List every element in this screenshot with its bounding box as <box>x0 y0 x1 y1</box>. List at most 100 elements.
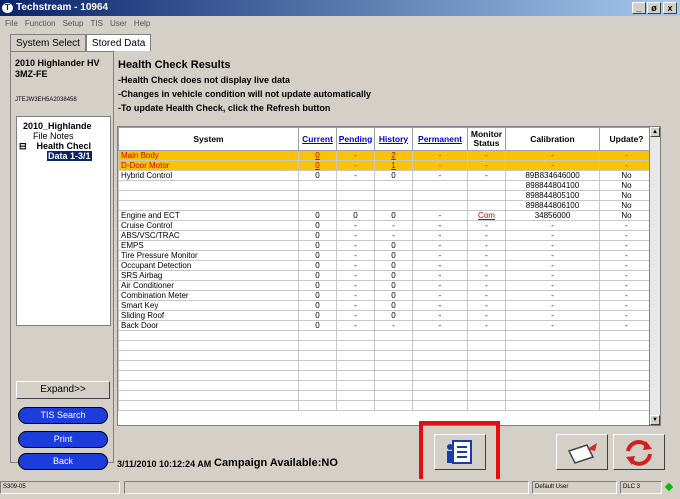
header-permanent[interactable]: Permanent <box>412 127 468 151</box>
empty-cell <box>118 380 299 391</box>
cell-current: 0 <box>298 230 337 241</box>
cell-current: 0 <box>298 160 337 171</box>
cell-monitor: - <box>467 290 506 301</box>
cell-permanent: - <box>412 320 468 331</box>
cell-update: No <box>599 190 651 201</box>
empty-cell <box>467 390 506 401</box>
header-pending[interactable]: Pending <box>336 127 375 151</box>
empty-cell <box>374 400 413 411</box>
empty-cell <box>599 330 651 341</box>
cell-current: 0 <box>298 320 337 331</box>
empty-cell <box>412 350 468 361</box>
table-row[interactable]: EMPS 0-0- - - - <box>118 240 651 251</box>
cell-history: 2 <box>374 150 413 161</box>
cell-pending <box>336 200 375 211</box>
table-body: Main Body 0-2- - - - D-Door Motor 0-1- - - - Hybri… <box>118 150 651 411</box>
cell-current: 0 <box>298 290 337 301</box>
cell-pending: - <box>336 160 375 171</box>
table-row[interactable]: Combination Meter 0-0- - - - <box>118 290 651 301</box>
table-row[interactable]: D-Door Motor 0-1- - - - <box>118 160 651 171</box>
scroll-up-icon[interactable]: ▲ <box>650 127 660 137</box>
back-button[interactable]: Back <box>18 453 108 470</box>
table-row[interactable]: SRS Airbag 0-0- - - - <box>118 270 651 281</box>
empty-cell <box>505 400 600 411</box>
cell-monitor[interactable]: Com <box>467 210 506 221</box>
cell-calibration: 34856000 <box>505 210 600 221</box>
cell-permanent: - <box>412 250 468 261</box>
empty-cell <box>412 400 468 411</box>
scroll-down-icon[interactable]: ▼ <box>650 415 660 425</box>
tab-system-select[interactable]: System Select <box>10 34 86 51</box>
menu-tis[interactable]: TIS <box>90 19 102 28</box>
table-row[interactable]: Occupant Detection 0-0- - - - <box>118 260 651 271</box>
tis-search-button[interactable]: TIS Search <box>18 407 108 424</box>
vehicle-model: 2010 Highlander HV <box>15 58 100 68</box>
note-2: -Changes in vehicle condition will not u… <box>118 89 372 99</box>
close-button[interactable]: x <box>663 2 677 14</box>
cell-update: - <box>599 240 651 251</box>
refresh-button[interactable] <box>613 434 665 470</box>
cell-monitor: - <box>467 240 506 251</box>
empty-row <box>118 350 651 361</box>
print-button[interactable]: Print <box>18 431 108 448</box>
table-row[interactable]: Hybrid Control 0-0- -89B834646000 No <box>118 170 651 181</box>
menu-user[interactable]: User <box>110 19 127 28</box>
tab-strip: System Select Stored Data <box>10 34 152 51</box>
tree-data-item[interactable]: Data 1-3/1 <box>17 151 110 161</box>
cell-update: No <box>599 180 651 191</box>
tree-health-check[interactable]: ⊟ Health Checl <box>17 141 110 151</box>
table-row[interactable]: Air Conditioner 0-0- - - - <box>118 280 651 291</box>
cell-monitor <box>467 190 506 201</box>
table-row[interactable]: 898844805100 No <box>118 190 651 201</box>
menu-help[interactable]: Help <box>134 19 150 28</box>
cell-pending: - <box>336 280 375 291</box>
cell-pending <box>336 190 375 201</box>
tab-stored-data[interactable]: Stored Data <box>85 34 152 51</box>
empty-row <box>118 370 651 381</box>
table-row[interactable]: Tire Pressure Monitor 0-0- - - - <box>118 250 651 261</box>
menu-setup[interactable]: Setup <box>63 19 84 28</box>
table-scrollbar[interactable]: ▲ ▼ <box>649 126 661 426</box>
table-row[interactable]: Back Door 0- - - - - - <box>118 320 651 331</box>
menu-function[interactable]: Function <box>25 19 56 28</box>
table-row[interactable]: Main Body 0-2- - - - <box>118 150 651 161</box>
table-row[interactable]: 898844806100 No <box>118 200 651 211</box>
minimize-button[interactable]: _ <box>632 2 646 14</box>
empty-cell <box>374 350 413 361</box>
table-row[interactable]: Sliding Roof 0-0- - - - <box>118 310 651 321</box>
table-row[interactable]: Smart Key 0-0- - - - <box>118 300 651 311</box>
header-current[interactable]: Current <box>298 127 337 151</box>
cell-system: ABS/VSC/TRAC <box>118 230 299 241</box>
cell-calibration: - <box>505 250 600 261</box>
empty-row <box>118 400 651 411</box>
cell-update: - <box>599 250 651 261</box>
tree-collapse-icon[interactable]: ⊟ <box>19 141 27 151</box>
cell-current: 0 <box>298 240 337 251</box>
empty-cell <box>336 340 375 351</box>
tree-root[interactable]: 2010_Highlande <box>17 117 110 131</box>
expand-button[interactable]: Expand>> <box>16 381 110 399</box>
tree-file-notes[interactable]: File Notes <box>17 131 110 141</box>
cell-monitor <box>467 200 506 211</box>
cell-permanent: - <box>412 170 468 181</box>
timestamp: 3/11/2010 10:12:24 AM <box>117 459 212 469</box>
menu-file[interactable]: File <box>5 19 18 28</box>
maximize-button[interactable]: ø <box>647 2 661 14</box>
cell-monitor: - <box>467 160 506 171</box>
table-row[interactable]: Engine and ECT 0 0 0- Com 34856000 No <box>118 210 651 221</box>
cell-calibration: - <box>505 320 600 331</box>
cell-monitor: - <box>467 270 506 281</box>
empty-cell <box>298 390 337 401</box>
cell-permanent: - <box>412 260 468 271</box>
table-row[interactable]: Cruise Control 0- - - - - - <box>118 220 651 231</box>
cell-current: 0 <box>298 220 337 231</box>
empty-cell <box>298 380 337 391</box>
export-button[interactable] <box>556 434 608 470</box>
header-history[interactable]: History <box>374 127 413 151</box>
cell-permanent: - <box>412 280 468 291</box>
cell-history: - <box>374 230 413 241</box>
table-row[interactable]: 898844804100 No <box>118 180 651 191</box>
table-row[interactable]: ABS/VSC/TRAC 0- - - - - - <box>118 230 651 241</box>
cell-permanent: - <box>412 150 468 161</box>
cell-update: - <box>599 280 651 291</box>
